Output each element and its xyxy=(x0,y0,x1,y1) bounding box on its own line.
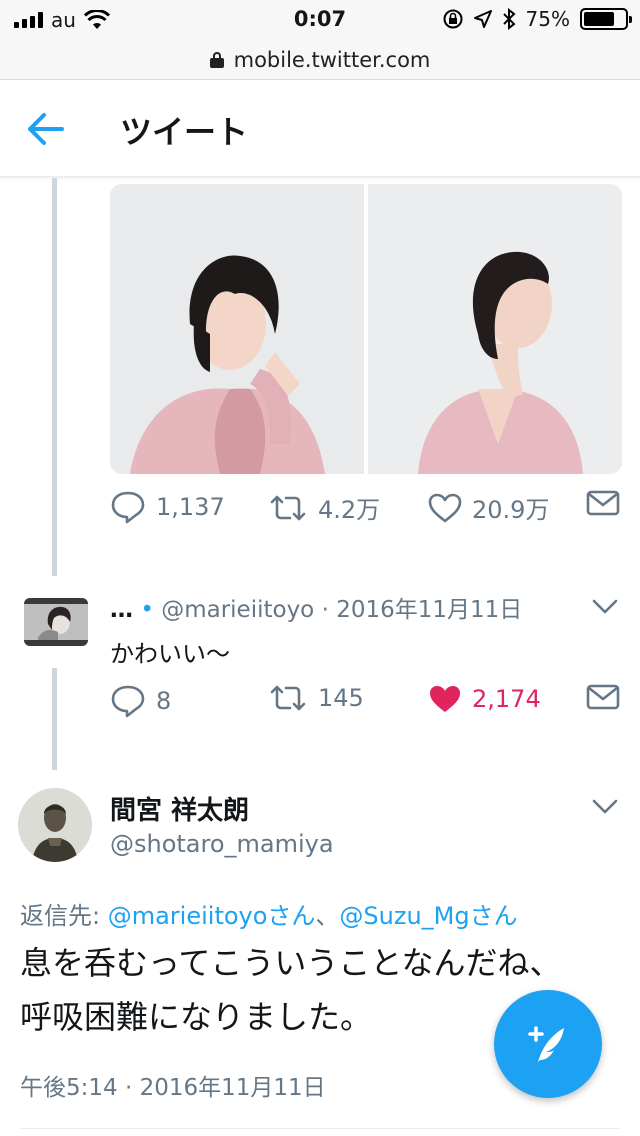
replying-to-label: 返信先: xyxy=(20,902,108,930)
page-header: ツイート xyxy=(0,81,640,177)
reply-count: 1,137 xyxy=(156,493,225,521)
orientation-lock-icon xyxy=(443,9,463,29)
thread-line xyxy=(52,178,57,576)
photo-2-image xyxy=(368,184,622,474)
photo-1-image xyxy=(110,184,364,474)
chevron-down-icon[interactable] xyxy=(591,596,619,616)
reply-icon xyxy=(111,685,145,718)
mention-separator: 、 xyxy=(315,902,340,930)
battery-percent: 75% xyxy=(525,7,570,31)
reply-meta: … • @marieiitoyo · 2016年11月11日 xyxy=(110,590,580,624)
status-bar: au 0:07 75% xyxy=(0,0,640,40)
like-count: 2,174 xyxy=(472,685,541,713)
retweet-action[interactable]: 145 xyxy=(268,684,364,712)
url-bar[interactable]: mobile.twitter.com xyxy=(0,40,640,80)
location-icon xyxy=(473,10,492,28)
reply-date[interactable]: 2016年11月11日 xyxy=(336,597,522,623)
mention-link-marieiitoyo[interactable]: @marieiitoyoさん xyxy=(108,902,316,930)
reply-actions: 8 145 2,174 xyxy=(110,684,622,724)
back-arrow-icon[interactable] xyxy=(18,107,74,151)
photo-2[interactable] xyxy=(368,184,622,474)
retweet-action[interactable]: 4.2万 xyxy=(268,490,380,525)
retweet-icon xyxy=(270,685,306,711)
avatar-image xyxy=(18,788,92,862)
reply-count: 8 xyxy=(156,687,172,715)
battery-icon xyxy=(580,8,632,30)
lock-icon xyxy=(209,51,224,68)
reply-action[interactable]: 8 xyxy=(110,684,171,718)
retweet-icon xyxy=(270,495,306,520)
tweet-media[interactable] xyxy=(110,184,622,474)
chevron-down-icon[interactable] xyxy=(591,796,619,816)
dm-action[interactable] xyxy=(586,490,620,516)
thread-line xyxy=(52,668,57,770)
tweet-timestamp[interactable]: 午後5:14 · 2016年11月11日 xyxy=(20,1068,326,1102)
dot-separator: • xyxy=(140,597,162,623)
avatar-image xyxy=(24,598,88,646)
heart-filled-icon xyxy=(430,686,460,712)
replying-to: 返信先: @marieiitoyoさん、@Suzu_Mgさん xyxy=(20,896,518,931)
status-right: 75% xyxy=(442,7,632,31)
author-handle[interactable]: @shotaro_mamiya xyxy=(110,830,334,858)
tweet-actions: 1,137 4.2万 20.9万 xyxy=(110,490,622,530)
page-title: ツイート xyxy=(120,113,249,151)
compose-tweet-button[interactable] xyxy=(494,990,602,1098)
url-domain: mobile.twitter.com xyxy=(233,47,431,72)
reply-author-name[interactable]: … xyxy=(110,597,133,623)
mention-link-suzu-mg[interactable]: @Suzu_Mgさん xyxy=(339,902,517,930)
envelope-icon xyxy=(586,684,620,710)
bluetooth-icon xyxy=(502,8,516,30)
reply-author-handle[interactable]: @marieiitoyo xyxy=(161,597,314,623)
retweet-count: 4.2万 xyxy=(318,496,381,524)
reply-icon xyxy=(111,491,145,524)
author-name[interactable]: 間宮 祥太朗 xyxy=(110,790,249,827)
envelope-icon xyxy=(586,490,620,516)
like-action[interactable]: 20.9万 xyxy=(428,490,549,525)
avatar[interactable] xyxy=(18,788,92,862)
compose-feather-icon xyxy=(528,1026,564,1062)
like-count: 20.9万 xyxy=(472,496,550,524)
reply-text: かわいい〜 xyxy=(110,640,230,668)
photo-1[interactable] xyxy=(110,184,364,474)
reply-action[interactable]: 1,137 xyxy=(110,490,225,524)
retweet-count: 145 xyxy=(318,684,364,712)
dm-action[interactable] xyxy=(586,684,620,710)
meta-separator: · xyxy=(321,597,337,623)
heart-icon xyxy=(428,493,462,522)
like-action[interactable]: 2,174 xyxy=(428,684,541,714)
avatar[interactable] xyxy=(24,598,88,646)
divider xyxy=(20,1128,620,1129)
